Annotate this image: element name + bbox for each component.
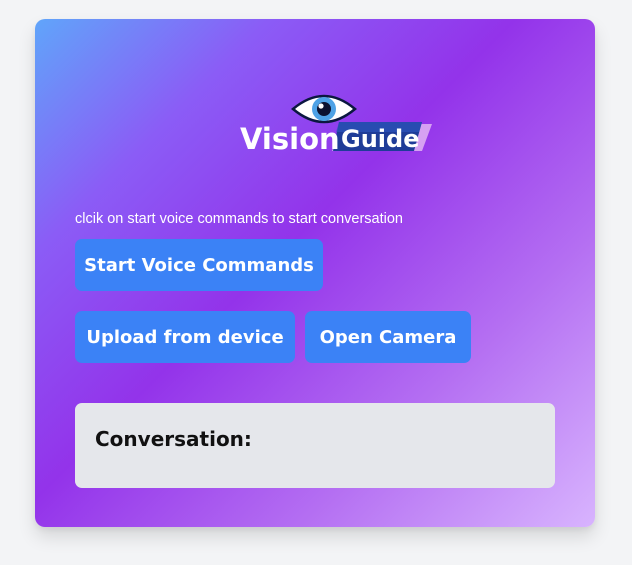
instruction-text: clcik on start voice commands to start c… <box>75 211 403 227</box>
logo-word-vision: Vision <box>240 122 340 156</box>
start-voice-commands-button[interactable]: Start Voice Commands <box>75 239 323 291</box>
vision-guide-logo: Vision Guide <box>236 88 436 156</box>
conversation-title: Conversation: <box>95 427 252 451</box>
logo-word-guide: Guide <box>341 125 419 153</box>
upload-from-device-button[interactable]: Upload from device <box>75 311 295 363</box>
eye-icon <box>291 94 357 124</box>
main-card: Vision Guide clcik on start voice comman… <box>35 19 595 527</box>
open-camera-button[interactable]: Open Camera <box>305 311 471 363</box>
conversation-panel: Conversation: <box>75 403 555 488</box>
